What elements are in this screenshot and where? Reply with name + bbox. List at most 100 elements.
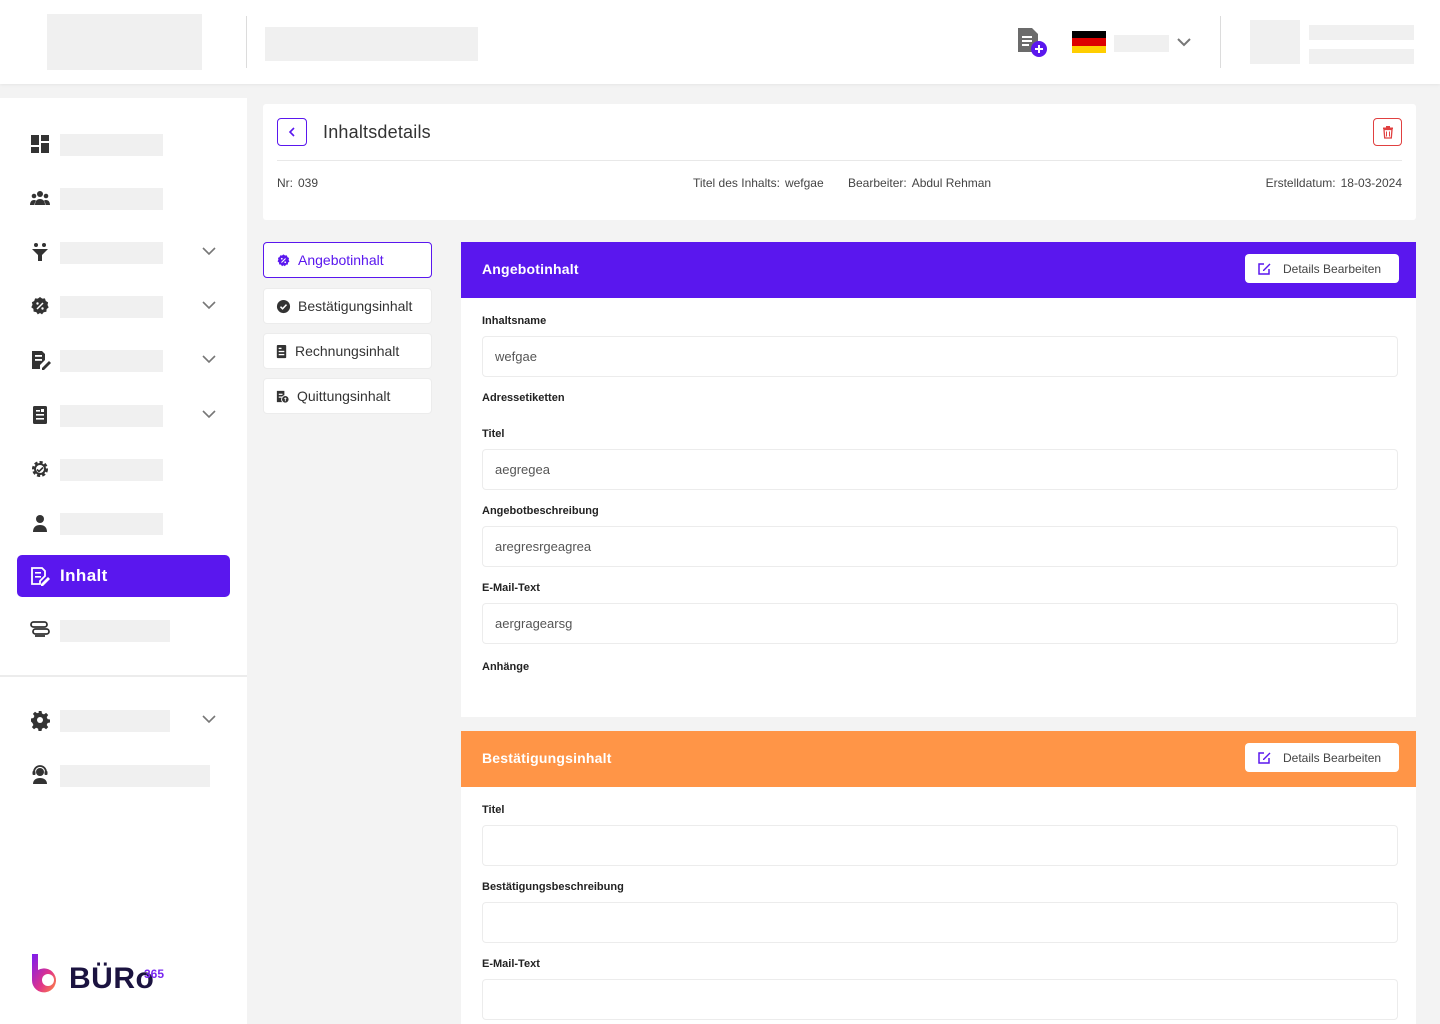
sidebar-item-routes[interactable]	[17, 609, 230, 651]
trash-icon	[1382, 126, 1393, 139]
sidebar-label-placeholder	[60, 710, 170, 732]
field-label: E-Mail-Text	[482, 958, 540, 970]
sidebar-item-support[interactable]	[17, 754, 230, 796]
sidebar-item-settings-cog[interactable]	[17, 448, 230, 490]
dashboard-icon	[31, 135, 49, 153]
sidebar-item-person[interactable]	[17, 502, 230, 544]
sidebar-label-placeholder	[60, 513, 163, 535]
sidebar-item-users[interactable]	[17, 177, 230, 219]
flag-stripe-gold	[1072, 45, 1106, 53]
meta-label: Erstelldatum:	[1265, 176, 1336, 190]
meta-label: Nr:	[277, 176, 293, 190]
sidebar-label-placeholder	[60, 188, 163, 210]
sidebar-label-placeholder	[60, 405, 163, 427]
meta-value: 039	[298, 176, 319, 190]
edit-details-button[interactable]: Details Bearbeiten	[1245, 254, 1399, 283]
content-name-field[interactable]: wefgae	[482, 336, 1398, 377]
edit-icon	[1258, 262, 1271, 275]
tab-invoice-content[interactable]: Rechnungsinhalt	[263, 333, 432, 369]
top-bar	[0, 0, 1440, 84]
meta-created: Erstelldatum: 18-03-2024	[1266, 176, 1402, 190]
badge-icon	[277, 253, 290, 266]
brand-logo: BÜRo 365	[30, 950, 180, 998]
sidebar-item-confirmations[interactable]	[17, 339, 230, 381]
content-header-card: Inhaltsdetails Nr: 039 Titel des Inhalts:…	[263, 104, 1416, 220]
sidebar-label-placeholder	[60, 350, 163, 372]
settings-cog-icon	[32, 461, 48, 477]
sidebar-item-content[interactable]: Inhalt	[17, 555, 230, 597]
offer-content-panel: Angebotinhalt Details Bearbeiten Inhalts…	[461, 242, 1416, 717]
avatar[interactable]	[1250, 20, 1300, 64]
sidebar-item-funnel[interactable]	[17, 231, 230, 273]
invoice-icon	[33, 406, 47, 424]
email-text-field[interactable]	[482, 979, 1398, 1020]
sidebar-label-placeholder	[60, 296, 163, 318]
section-label: Adressetiketten	[482, 392, 565, 404]
field-label: Titel	[482, 804, 505, 816]
divider	[1220, 16, 1221, 68]
meta-value: wefgae	[784, 176, 824, 190]
chevron-down-icon[interactable]	[201, 297, 217, 313]
language-placeholder[interactable]	[1114, 35, 1169, 52]
delete-button[interactable]	[1373, 118, 1402, 146]
user-role-placeholder	[1309, 49, 1414, 64]
offer-description-field[interactable]: aregresrgeagrea	[482, 526, 1398, 567]
german-flag-icon[interactable]	[1072, 31, 1106, 53]
sidebar-item-label: Inhalt	[60, 566, 108, 585]
user-name-placeholder	[1309, 25, 1414, 40]
tab-confirmation-content[interactable]: Bestätigungsinhalt	[263, 288, 432, 324]
offer-panel-header: Angebotinhalt Details Bearbeiten	[461, 242, 1416, 298]
add-invoice-icon[interactable]	[1014, 26, 1050, 60]
chevron-down-icon[interactable]	[201, 351, 217, 367]
edit-icon	[1258, 751, 1271, 764]
brand-superscript: 365	[144, 967, 165, 981]
chevron-down-icon[interactable]	[201, 711, 217, 727]
brand-name: BÜRo	[69, 962, 155, 995]
badge-icon	[31, 297, 49, 315]
field-label: Bestätigungsbeschreibung	[482, 881, 624, 893]
sidebar-divider	[0, 675, 247, 677]
brand-mark-icon	[31, 954, 56, 993]
sidebar-item-settings[interactable]	[17, 699, 230, 741]
field-label: Anhänge	[482, 661, 530, 673]
meta-editor: Bearbeiter: Abdul Rehman	[848, 176, 991, 190]
sidebar-label-placeholder	[60, 134, 163, 156]
sidebar: Inhalt BÜRo 365	[0, 98, 247, 1024]
field-label: Titel	[482, 428, 505, 440]
sidebar-item-dashboard[interactable]	[17, 123, 230, 165]
email-text-field[interactable]: aergragearsg	[482, 603, 1398, 644]
logo-placeholder[interactable]	[47, 14, 202, 70]
flag-stripe-red	[1072, 38, 1106, 46]
chevron-left-icon	[288, 127, 295, 137]
tab-receipt-content[interactable]: Quittungsinhalt	[263, 378, 432, 414]
sidebar-item-invoices[interactable]	[17, 394, 230, 436]
tab-label: Bestätigungsinhalt	[298, 298, 413, 314]
edit-details-button[interactable]: Details Bearbeiten	[1245, 743, 1399, 772]
gear-icon	[31, 711, 50, 731]
sidebar-label-placeholder	[60, 242, 163, 264]
meta-value: 18-03-2024	[1340, 176, 1402, 190]
edit-details-label: Details Bearbeiten	[1283, 261, 1382, 276]
page-title: Inhaltsdetails	[323, 122, 431, 142]
chevron-down-icon[interactable]	[1175, 33, 1193, 51]
sidebar-label-placeholder	[60, 765, 210, 787]
tab-offer-content[interactable]: Angebotinhalt	[263, 242, 432, 278]
tab-label: Quittungsinhalt	[297, 388, 391, 404]
edit-details-label: Details Bearbeiten	[1283, 750, 1382, 765]
title-field[interactable]	[482, 825, 1398, 866]
page-title-placeholder	[265, 27, 478, 61]
title-field[interactable]: aegregea	[482, 449, 1398, 490]
flag-stripe-black	[1072, 31, 1106, 39]
back-button[interactable]	[277, 118, 307, 146]
confirmation-panel-header: Bestätigungsinhalt Details Bearbeiten	[461, 731, 1416, 787]
sidebar-item-offers[interactable]	[17, 285, 230, 327]
confirmation-description-field[interactable]	[482, 902, 1398, 943]
support-icon	[32, 765, 48, 784]
tab-label: Angebotinhalt	[298, 252, 384, 268]
chevron-down-icon[interactable]	[201, 243, 217, 259]
header-separator	[277, 160, 1402, 161]
meta-number: Nr: 039	[277, 176, 318, 190]
sidebar-label-placeholder	[60, 459, 163, 481]
meta-content-title: Titel des Inhalts: wefgae	[693, 176, 824, 190]
chevron-down-icon[interactable]	[201, 406, 217, 422]
